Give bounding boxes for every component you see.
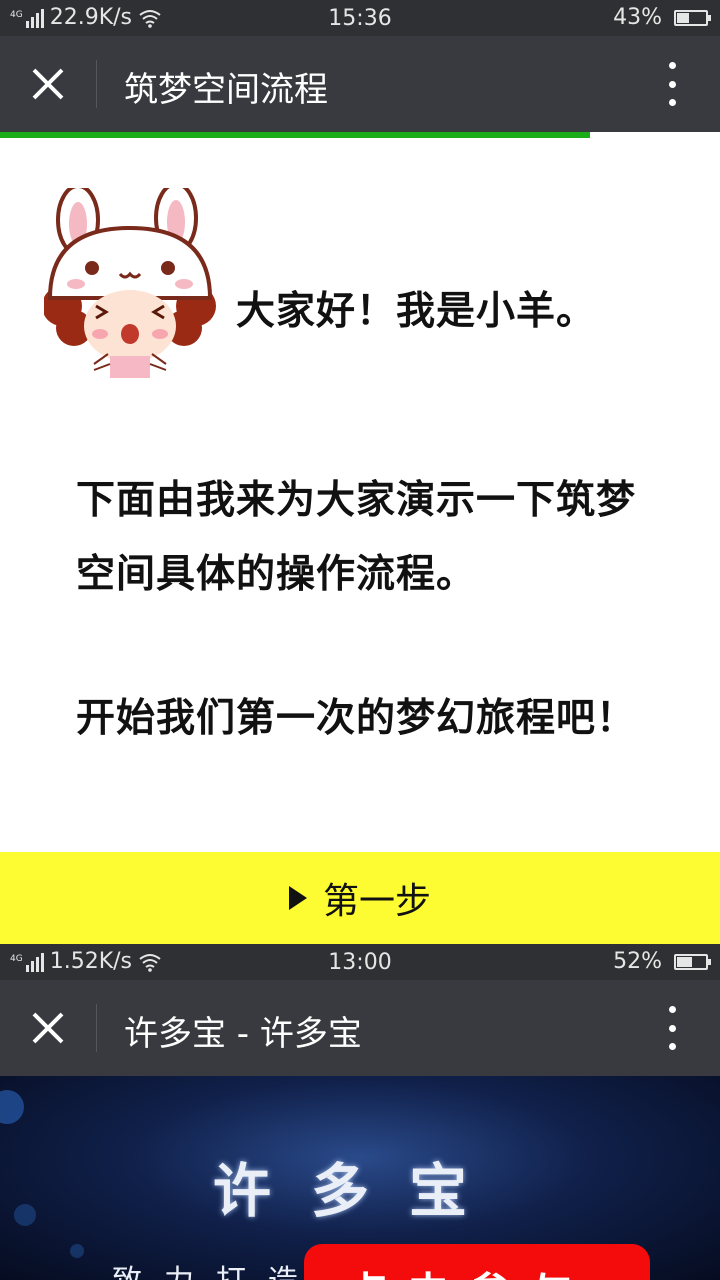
battery-icon [674,9,711,26]
participate-label: 点击参与 [344,1258,592,1280]
more-button-2[interactable] [652,1006,692,1050]
close-icon [32,1012,64,1044]
intro-line-2: 空间具体的操作流程。 [76,552,477,597]
first-step-button[interactable]: 第一步 [0,852,720,944]
status-bar-2: 4G 1.52K/s 13:00 52% [0,944,720,980]
banner-subtitle: 致力打造 [112,1256,320,1280]
nav-divider-2 [96,1004,97,1052]
nav-bar: 筑梦空间流程 [0,36,720,132]
first-step-label: 第一步 [322,881,431,922]
page-content[interactable]: 大家好！我是小羊。 下面由我来为大家演示一下筑梦 空间具体的操作流程。 开始我们… [0,138,720,852]
rabbit-mascot [44,188,216,378]
page-title-2: 许多宝 - 许多宝 [124,1014,362,1054]
clock: 15:36 [328,6,392,31]
nav-bar-2: 许多宝 - 许多宝 [0,980,720,1076]
close-button-2[interactable] [20,1002,76,1054]
status-bar: 4G 22.9K/s 15:36 43% [0,0,720,36]
nav-divider [96,60,97,108]
clock-2: 13:00 [328,950,392,975]
intro-line-1: 下面由我来为大家演示一下筑梦 [76,478,637,523]
battery-percent-2: 52% [613,949,662,974]
intro-line-3: 开始我们第一次的梦幻旅程吧！ [76,696,637,741]
banner-brand: 许多宝 [212,1157,507,1225]
more-icon [668,1006,676,1013]
more-button[interactable] [652,62,692,106]
more-icon [668,62,676,69]
battery-icon [674,953,711,970]
play-arrow-icon [288,886,307,910]
page-title: 筑梦空间流程 [124,70,328,110]
greeting-text: 大家好！我是小羊。 [236,289,597,334]
close-icon [32,68,64,100]
promo-banner[interactable]: 许多宝 致力打造 点击参与 [0,1076,720,1280]
battery-percent: 43% [613,5,662,30]
close-button[interactable] [20,58,76,110]
participate-button[interactable]: 点击参与 [304,1244,650,1280]
